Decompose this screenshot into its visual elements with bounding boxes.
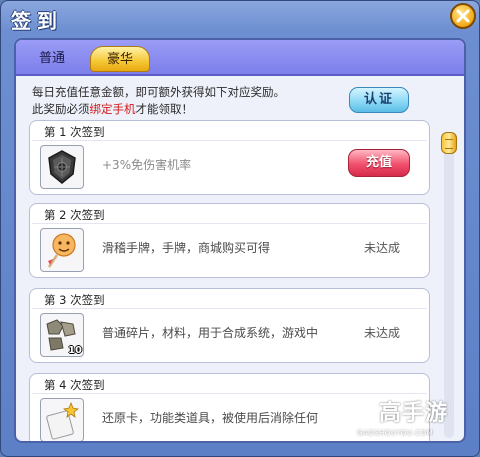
reward-description: 还原卡，功能类道具，被使用后消除任何 — [102, 411, 319, 425]
item-count: 10 — [68, 345, 82, 356]
divider — [32, 393, 427, 394]
notice-suffix: 才能领取！ — [135, 102, 194, 116]
tab-normal[interactable]: 普通 — [30, 46, 74, 72]
verify-button[interactable]: 认证 — [349, 87, 409, 113]
reward-item-slot[interactable] — [40, 228, 84, 272]
lollipop-icon — [47, 233, 76, 268]
notice-line-2: 此奖励必须绑定手机才能领取！ — [32, 101, 285, 118]
close-button[interactable] — [450, 3, 476, 29]
bind-phone-highlight: 绑定手机 — [89, 102, 136, 116]
scroll-thumb[interactable] — [441, 132, 457, 154]
divider — [32, 308, 427, 309]
shield-icon — [48, 150, 76, 184]
reward-title: 第 3 次签到 — [44, 293, 105, 307]
reward-item-slot[interactable] — [40, 398, 84, 441]
reward-status: 未达成 — [364, 326, 401, 340]
reward-description: 滑稽手牌，手牌，商城购买可得 — [102, 241, 271, 255]
reward-title: 第 2 次签到 — [44, 208, 105, 222]
reward-notice: 每日充值任意金额，即可额外获得如下对应奖励。 此奖励必须绑定手机才能领取！ — [32, 84, 285, 118]
tab-deluxe[interactable]: 豪华 — [90, 46, 150, 72]
divider — [32, 223, 427, 224]
reward-list-scrollbar[interactable] — [441, 132, 457, 438]
reward-item-slot[interactable] — [40, 145, 84, 189]
reward-title: 第 4 次签到 — [44, 378, 105, 392]
tab-bar: 普通 豪华 — [16, 40, 464, 76]
reward-description: 普通碎片，材料，用于合成系统，游戏中 — [102, 326, 319, 340]
recharge-button[interactable]: 充值 — [348, 149, 410, 177]
sign-in-window: 签到 普通 豪华 每日充值任意金额，即可额外获得如下对应奖励。 此奖励必须绑定手… — [0, 0, 480, 457]
divider — [32, 140, 427, 141]
reward-description: +3%免伤害机率 — [102, 158, 192, 172]
reward-card-1: 第 1 次签到 +3%免伤害机率 充值 — [29, 120, 430, 195]
window-title: 签到 — [11, 9, 63, 33]
reward-card-4: 第 4 次签到 还原卡，功能类道具，被使用后消除任何 — [29, 373, 430, 441]
main-panel: 普通 豪华 每日充值任意金额，即可额外获得如下对应奖励。 此奖励必须绑定手机才能… — [14, 38, 466, 443]
reward-card-3: 第 3 次签到 10 普通碎片，材料，用于合成系统，游戏中 未达成 — [29, 288, 430, 363]
notice-line-1: 每日充值任意金额，即可额外获得如下对应奖励。 — [32, 85, 285, 99]
reward-list: 第 1 次签到 +3%免伤害机率 充值 第 2 次签到 滑稽手牌，手牌，商城购买… — [29, 120, 432, 441]
notice-prefix: 此奖励必须 — [32, 102, 90, 116]
close-icon — [456, 9, 470, 23]
reward-item-slot[interactable]: 10 — [40, 313, 84, 357]
restore-card-icon — [46, 401, 79, 440]
reward-card-2: 第 2 次签到 滑稽手牌，手牌，商城购买可得 未达成 — [29, 203, 430, 278]
reward-title: 第 1 次签到 — [44, 125, 105, 139]
reward-status: 未达成 — [364, 241, 401, 255]
